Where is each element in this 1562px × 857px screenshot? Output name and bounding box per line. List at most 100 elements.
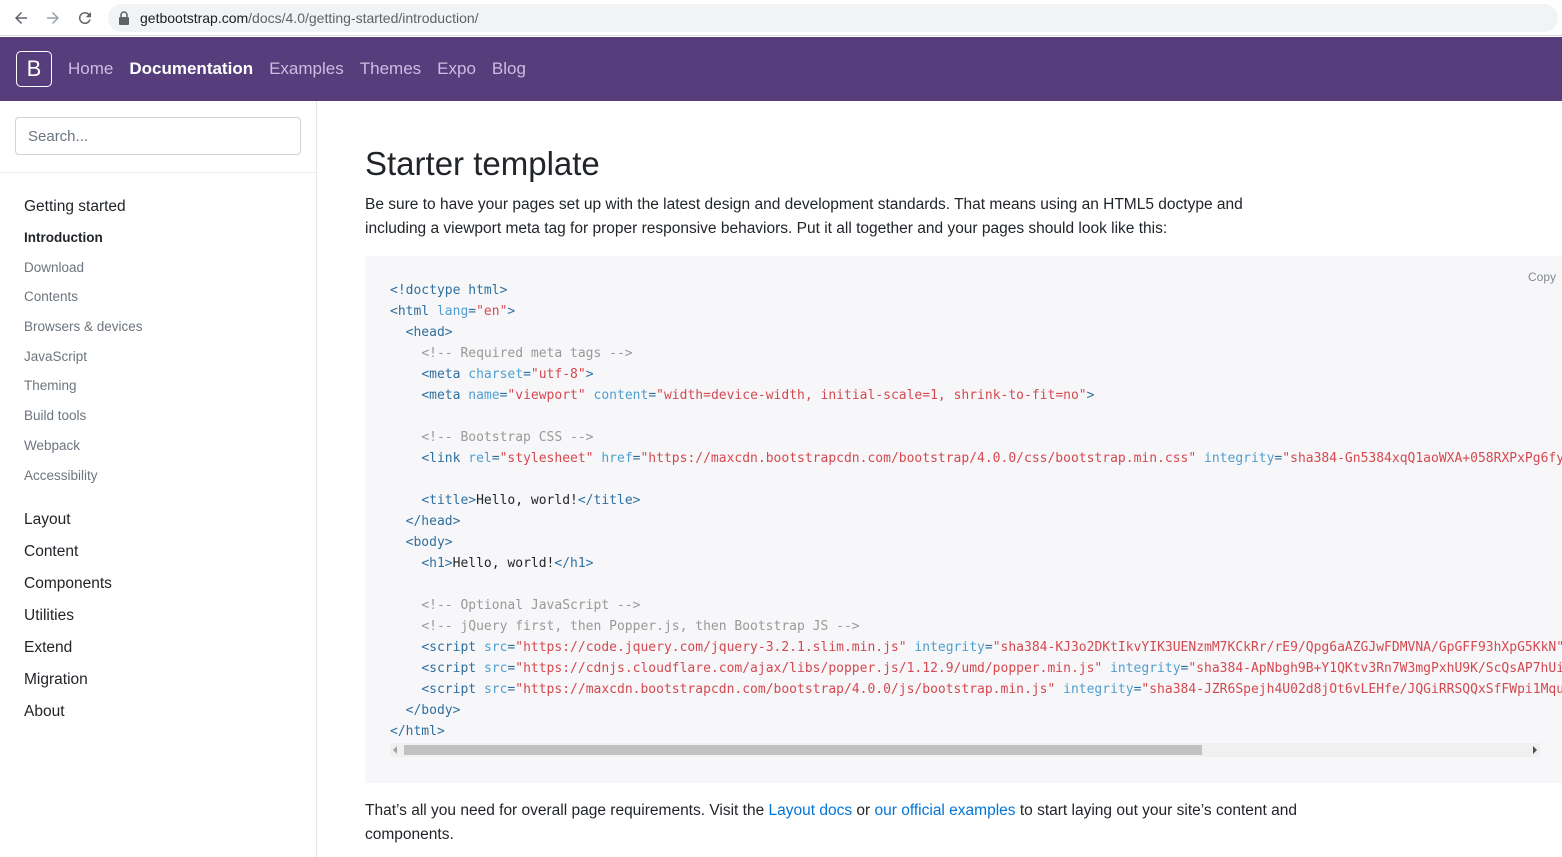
search-input[interactable]: [15, 117, 301, 155]
code-content: <!doctype html> <html lang="en"> <head> …: [390, 280, 1562, 742]
url-host: getbootstrap.com: [140, 10, 249, 26]
nav-link-blog[interactable]: Blog: [484, 59, 534, 79]
official-examples-link[interactable]: our official examples: [875, 802, 1016, 819]
code-token: "utf-8": [530, 367, 586, 382]
sidebar-section[interactable]: Content: [24, 536, 316, 568]
sidebar-item[interactable]: Build tools: [24, 401, 316, 431]
sidebar-group-title[interactable]: Getting started: [24, 191, 316, 223]
sidebar-items: Introduction Download Contents Browsers & d…: [24, 223, 316, 490]
sidebar-section[interactable]: Components: [24, 568, 316, 600]
code-token: integrity: [1204, 451, 1275, 466]
sidebar-section[interactable]: Layout: [24, 504, 316, 536]
code-token: "sha384-JZR6Spejh4U02d8jOt6vLEHfe/JQGiRR…: [1141, 682, 1562, 697]
page-title: Starter template: [365, 145, 600, 182]
search-container: [0, 101, 316, 173]
forward-button[interactable]: [37, 2, 69, 34]
code-token: =: [648, 388, 657, 403]
closing-text-1: That’s all you need for overall page req…: [365, 802, 769, 819]
code-token: </body>: [405, 703, 461, 718]
back-button[interactable]: [5, 2, 37, 34]
sidebar-section[interactable]: Migration: [24, 664, 316, 696]
sidebar-item[interactable]: Theming: [24, 371, 316, 401]
nav-link-documentation[interactable]: Documentation: [121, 59, 261, 79]
code-token: <!-- Optional JavaScript -->: [421, 598, 641, 613]
closing-paragraph: That’s all you need for overall page req…: [365, 799, 1365, 847]
address-bar[interactable]: getbootstrap.com/docs/4.0/getting-starte…: [108, 4, 1558, 32]
code-token: name: [468, 388, 500, 403]
lock-icon: [119, 11, 129, 25]
nav-link-themes[interactable]: Themes: [352, 59, 429, 79]
code-token: "https://cdnjs.cloudflare.com/ajax/libs/…: [515, 661, 1103, 676]
scrollbar-thumb[interactable]: [404, 745, 1202, 755]
sidebar-item[interactable]: Webpack: [24, 431, 316, 461]
browser-toolbar: getbootstrap.com/docs/4.0/getting-starte…: [0, 0, 1562, 36]
code-token: <body>: [405, 535, 453, 550]
horizontal-scrollbar[interactable]: [390, 743, 1540, 757]
code-token: <head>: [405, 325, 453, 340]
code-token: "width=device-width, initial-scale=1, sh…: [656, 388, 1087, 403]
sidebar-section[interactable]: Utilities: [24, 600, 316, 632]
code-token: <script: [421, 661, 484, 676]
code-token: lang: [436, 304, 469, 319]
bootstrap-logo[interactable]: B: [16, 51, 52, 87]
sidebar-item[interactable]: JavaScript: [24, 342, 316, 372]
code-token: <script: [421, 640, 484, 655]
nav-link-expo[interactable]: Expo: [429, 59, 484, 79]
reload-button[interactable]: [69, 2, 101, 34]
sidebar-item[interactable]: Introduction: [24, 223, 316, 253]
code-token: <link: [421, 451, 469, 466]
code-token: </h1>: [554, 556, 594, 571]
code-token: "https://maxcdn.bootstrapcdn.com/bootstr…: [515, 682, 1056, 697]
sidebar-item[interactable]: Accessibility: [24, 461, 316, 491]
code-token: "https://code.jquery.com/jquery-3.2.1.sl…: [515, 640, 907, 655]
main-content: Starter template Be sure to have your pa…: [317, 101, 1562, 857]
code-token: "sha384-KJ3o2DKtIkvYIK3UENzmM7KCkRr/rE9/…: [992, 640, 1562, 655]
back-arrow-icon: [15, 11, 27, 24]
code-token: <!doctype html>: [390, 283, 508, 298]
code-token: <h1>: [421, 556, 453, 571]
scroll-right-icon[interactable]: [1533, 746, 1537, 754]
code-token: rel: [468, 451, 492, 466]
code-token: integrity: [1110, 661, 1181, 676]
code-token: <meta: [421, 388, 469, 403]
nav-link-examples[interactable]: Examples: [261, 59, 352, 79]
code-token: "https://maxcdn.bootstrapcdn.com/bootstr…: [640, 451, 1197, 466]
sidebar-item[interactable]: Contents: [24, 282, 316, 312]
code-token: integrity: [914, 640, 985, 655]
code-token: src: [483, 682, 508, 697]
site-navbar: B Home Documentation Examples Themes Expo Blo…: [0, 37, 1562, 101]
code-token: </head>: [405, 514, 461, 529]
code-block: Copy <!doctype html> <html lang="en"> <h…: [365, 256, 1562, 783]
nav-link-home[interactable]: Home: [60, 59, 121, 79]
sidebar-section[interactable]: Extend: [24, 632, 316, 664]
sidebar-item[interactable]: Download: [24, 253, 316, 283]
code-token: charset: [468, 367, 524, 382]
code-token: <!-- Required meta tags -->: [421, 346, 633, 361]
sidebar-item[interactable]: Browsers & devices: [24, 312, 316, 342]
code-token: >: [507, 304, 516, 319]
code-token: =: [491, 451, 500, 466]
code-token: >: [1086, 388, 1095, 403]
url-path: /docs/4.0/getting-started/introduction/: [248, 10, 479, 26]
code-token: <!-- Bootstrap CSS -->: [421, 430, 594, 445]
code-token: >: [585, 367, 594, 382]
sidebar-group-getting-started: Getting started Introduction Download Cont…: [0, 191, 316, 490]
sidebar-section[interactable]: About: [24, 696, 316, 728]
reload-icon: [78, 11, 91, 24]
code-token: "sha384-ApNbgh9B+Y1QKtv3Rn7W3mgPxhU9K/Sc…: [1188, 661, 1562, 676]
code-token: src: [483, 640, 508, 655]
sidebar-sections: Layout Content Components Utilities Extend Mi…: [0, 504, 316, 728]
layout-docs-link[interactable]: Layout docs: [769, 802, 853, 819]
nav-links: Home Documentation Examples Themes Expo Blog: [60, 59, 534, 79]
scroll-left-icon[interactable]: [393, 746, 397, 754]
